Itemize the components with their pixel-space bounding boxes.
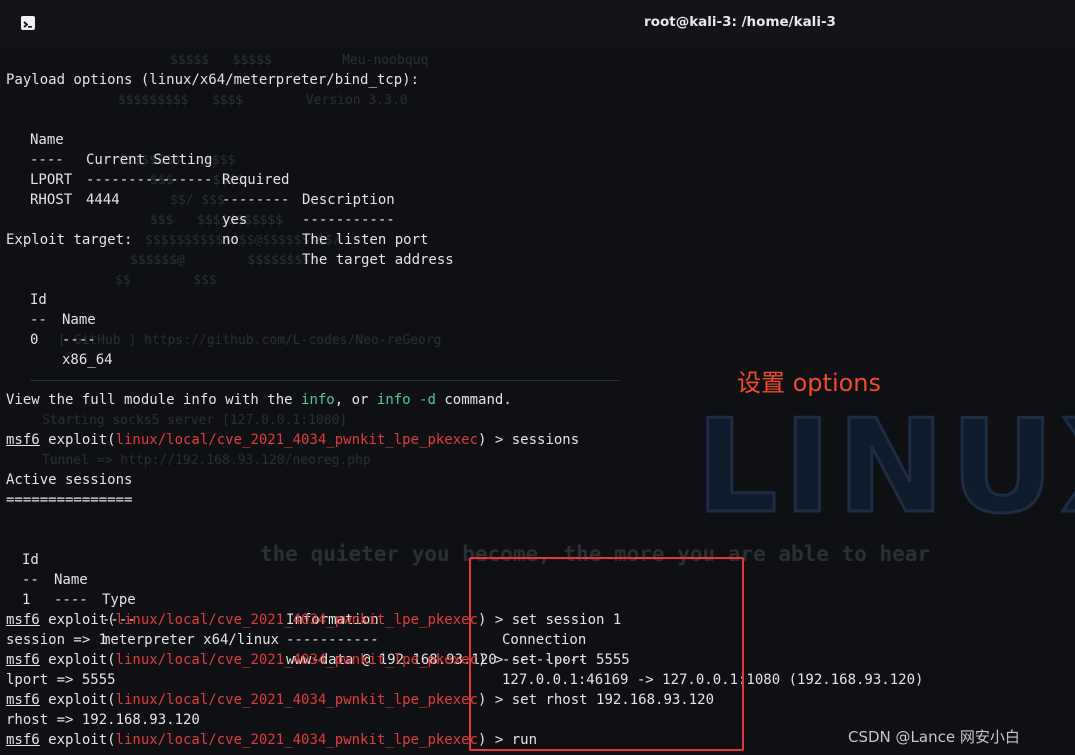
column-header: Description [302,192,395,208]
command-output: session => 1 [6,632,108,648]
exploit-target-header: Exploit target: [6,232,133,248]
cell: no [222,232,239,248]
hint-text: View the full module info with the [6,392,302,408]
prompt-line: msf6 exploit(linux/local/cve_2021_4034_p… [6,730,537,750]
payload-table-separator: ---- --------------- -------- ----------… [6,130,395,228]
bg-art-line: $$$$$$$$$ $$$$ Version 3.3.0 [118,93,408,108]
payload-table-header: Name Current Setting Required Descriptio… [6,110,395,208]
bg-server-line: Starting socks5 server [127.0.0.1:1080] [42,413,348,428]
bg-tunnel-line: Tunnel => http://192.168.93.120/neoreg.p… [42,453,371,468]
separator: --------------- [86,172,213,188]
separator: ---- [62,332,96,348]
prompt-line: msf6 exploit(linux/local/cve_2021_4034_p… [6,430,579,450]
cell: 1 [22,592,31,608]
prompt-exploit: exploit( [39,652,116,668]
bg-art-line: $$$$$ $$$$$ Meu-noobquq [170,53,429,68]
prompt-exploit: exploit( [39,432,116,448]
target-table-header: Id Name [6,270,96,328]
separator: ----------- [286,632,379,648]
bg-art-line: $$$$$$@ $$$$$$$$$ [130,253,318,268]
cell: The listen port [302,232,429,248]
info-command: info [301,392,335,408]
separator: ----------- [302,212,395,228]
cell: 0 [30,332,39,348]
bg-github-line: [ GitHub ] https://github.com/L-codes/Ne… [58,333,442,348]
window-title: root@kali-3: /home/kali-3 [644,14,836,30]
module-name: linux/local/cve_2021_4034_pwnkit_lpe_pke… [115,652,479,668]
separator: ---- [54,592,88,608]
module-name: linux/local/cve_2021_4034_pwnkit_lpe_pke… [115,612,479,628]
hint-text: , or [334,392,377,408]
bg-art-line: $$$ $$$$$$$$$$$ [150,213,284,228]
cell: RHOST [30,192,73,208]
msf-prompt: msf6 [6,732,40,748]
module-name: linux/local/cve_2021_4034_pwnkit_lpe_pke… [115,692,479,708]
cell: x86_64 [62,352,113,368]
table-row[interactable]: 1 meterpreter x64/linux www-data @ 192.1… [6,570,923,688]
cell: 4444 [86,192,120,208]
target-table-separator: -- ---- [6,290,96,348]
msf-prompt: msf6 [6,612,40,628]
prompt-exploit: exploit( [39,732,116,748]
info-d-command: info -d [376,392,436,408]
prompt-close: ) > [478,432,512,448]
column-header: Current Setting [86,152,213,168]
watermark: CSDN @Lance 网安小白 [848,728,1020,746]
prompt-exploit: exploit( [39,612,116,628]
bg-art-line: $$/ $$$ [170,193,225,208]
bg-art-line: $$ $$$ [115,273,217,288]
msf-prompt: msf6 [6,652,40,668]
column-header: Name [54,572,88,588]
module-name: linux/local/cve_2021_4034_pwnkit_lpe_pke… [115,432,479,448]
sessions-table-header: Id Name Type Information Connection [6,530,586,648]
table-row: RHOST no The target address [6,170,454,268]
window-titlebar: root@kali-3: /home/kali-3 [0,0,1075,48]
cell: The target address [302,252,454,268]
active-sessions-header: Active sessions [6,472,133,488]
bg-divider [30,380,620,381]
cell: meterpreter x64/linux [102,632,280,648]
payload-options-header: Payload options (linux/x64/meterpreter/b… [6,72,420,88]
table-row: LPORT 4444 yes The listen port [6,150,428,248]
command-output: rhost => 192.168.93.120 [6,712,200,728]
active-sessions-rule: =============== [6,492,133,508]
cell: yes [222,212,248,228]
prompt-exploit: exploit( [39,692,116,708]
msf-prompt: msf6 [6,432,40,448]
module-name: linux/local/cve_2021_4034_pwnkit_lpe_pke… [115,732,479,748]
hint-text: command. [435,392,512,408]
column-header: Required [222,172,290,188]
table-row: 0 x86_64 [6,310,113,368]
command-output: lport => 5555 [6,672,116,688]
column-header: Type [102,592,136,608]
bg-linux-logo: LINUX [695,392,1075,544]
typed-command: sessions [511,432,580,448]
annotation-label: 设置 options [737,369,882,397]
module-info-hint: View the full module info with the info,… [6,390,512,410]
separator: -------- [222,192,290,208]
sessions-table-separator: -- ---- ---- ----------- ---------- [6,550,586,668]
msf-prompt: msf6 [6,692,40,708]
highlight-box [469,557,744,751]
column-header: Name [62,312,96,328]
